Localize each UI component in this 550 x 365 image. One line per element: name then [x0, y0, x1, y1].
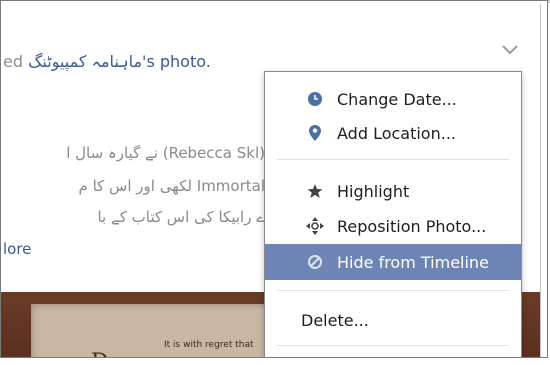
menu-item-label: Delete... [301, 310, 369, 330]
header-prefix: ed [3, 52, 29, 71]
post-options-menu: Change Date... Add Location... Highlight [264, 71, 522, 357]
post-text-line: Immortal لکھی اور اس کا م [78, 177, 265, 195]
screenshot-frame: ed ماہنامہ کمپیوٹنگ's photo. (Rebecca Sk… [0, 0, 548, 358]
menu-item-label: Change Date... [337, 89, 457, 109]
menu-separator [277, 290, 509, 291]
menu-separator [277, 159, 509, 160]
menu-item-label: Add Location... [337, 123, 456, 143]
post-options-button[interactable] [497, 38, 523, 62]
menu-item-add-location[interactable]: Add Location... [265, 115, 521, 151]
map-pin-icon [305, 123, 325, 143]
photo-text-initial: D [91, 350, 109, 357]
menu-item-label: Highlight [337, 181, 410, 201]
post-text-line: ے رابیکا کی اس کتاب کے با [97, 208, 265, 226]
post-text-line: (Rebecca Skl) نے گیارہ سال ا [66, 144, 265, 162]
menu-item-delete[interactable]: Delete... [265, 302, 521, 338]
chevron-down-icon [502, 45, 518, 55]
menu-item-label: Hide from Timeline [337, 252, 489, 272]
page-name-link[interactable]: ماہنامہ کمپیوٹنگ [28, 52, 142, 71]
hide-circle-icon [305, 252, 325, 272]
menu-item-reposition-photo[interactable]: Reposition Photo... [265, 208, 521, 244]
post-header: ed ماہنامہ کمپیوٹنگ's photo. [3, 52, 211, 71]
see-more-link[interactable]: lore [3, 240, 31, 258]
move-arrows-icon [305, 216, 325, 236]
menu-item-label: Reposition Photo... [337, 216, 487, 236]
menu-item-change-date[interactable]: Change Date... [265, 81, 521, 117]
menu-item-hide-from-timeline[interactable]: Hide from Timeline [265, 244, 521, 280]
photo-text-snippet: It is with regret that [164, 340, 254, 350]
photo-link[interactable]: 's photo. [142, 52, 211, 71]
menu-separator [277, 345, 509, 346]
star-icon [305, 181, 325, 201]
clock-icon [305, 89, 325, 109]
menu-item-highlight[interactable]: Highlight [265, 173, 521, 209]
